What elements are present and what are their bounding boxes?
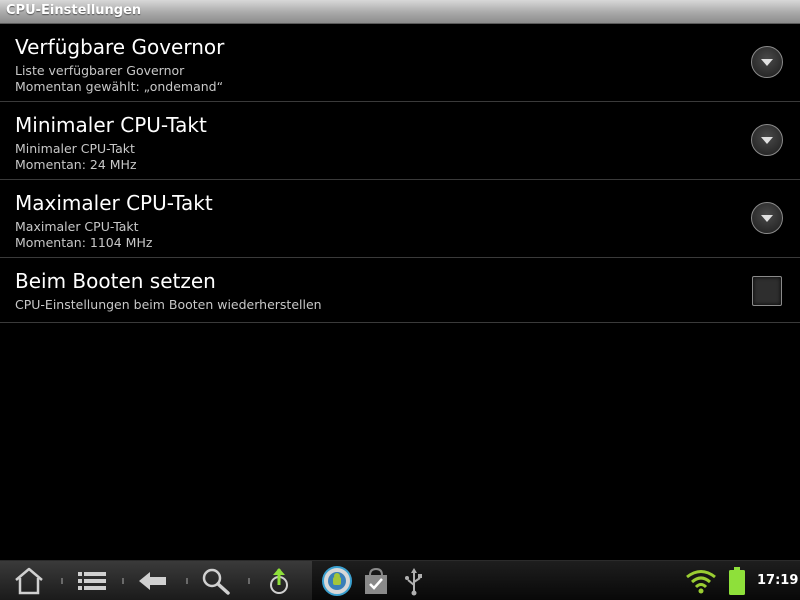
pref-summary: Maximaler CPU-Takt (15, 219, 139, 234)
pref-min-cpu-clock[interactable]: Minimaler CPU-Takt Minimaler CPU-Takt Mo… (0, 102, 800, 180)
pref-summary-current: Momentan: 24 MHz (15, 157, 137, 172)
nav-separator (122, 578, 124, 584)
set-on-boot-checkbox[interactable] (752, 276, 782, 306)
nav-separator (186, 578, 188, 584)
system-bar: 17:19 (0, 560, 800, 600)
upload-icon[interactable] (262, 565, 296, 597)
pref-summary-current: Momentan: 1104 MHz (15, 235, 153, 250)
dropdown-button[interactable] (751, 46, 783, 78)
pref-summary: Liste verfügbarer Governor (15, 63, 185, 78)
usb-icon[interactable] (397, 565, 431, 597)
window-title: CPU-Einstellungen (6, 3, 142, 18)
battery-icon (722, 565, 752, 597)
sync-app-icon[interactable] (320, 565, 354, 597)
pref-summary: Minimaler CPU-Takt (15, 141, 135, 156)
triangle-down-icon (761, 59, 773, 66)
triangle-down-icon (761, 137, 773, 144)
preference-list: Verfügbare Governor Liste verfügbarer Go… (0, 24, 800, 323)
clock: 17:19 (757, 573, 799, 588)
dropdown-button[interactable] (751, 124, 783, 156)
back-icon[interactable] (136, 565, 170, 597)
pref-available-governor[interactable]: Verfügbare Governor Liste verfügbarer Go… (0, 24, 800, 102)
pref-max-cpu-clock[interactable]: Maximaler CPU-Takt Maximaler CPU-Takt Mo… (0, 180, 800, 258)
pref-title: Beim Booten setzen (15, 269, 216, 293)
wifi-icon (684, 565, 718, 597)
home-icon[interactable] (12, 565, 46, 597)
pref-title: Minimaler CPU-Takt (15, 113, 207, 137)
pref-title: Verfügbare Governor (15, 35, 225, 59)
navigation-buttons (0, 561, 312, 600)
nav-separator (61, 578, 63, 584)
menu-icon[interactable] (75, 565, 109, 597)
pref-summary-current: Momentan gewählt: „ondemand“ (15, 79, 224, 94)
pref-title: Maximaler CPU-Takt (15, 191, 213, 215)
pref-set-on-boot[interactable]: Beim Booten setzen CPU-Einstellungen bei… (0, 258, 800, 323)
search-icon[interactable] (199, 565, 233, 597)
title-bar: CPU-Einstellungen (0, 0, 800, 24)
nav-separator (248, 578, 250, 584)
market-bag-icon[interactable] (359, 565, 393, 597)
triangle-down-icon (761, 215, 773, 222)
pref-summary: CPU-Einstellungen beim Booten wiederhers… (15, 297, 322, 312)
dropdown-button[interactable] (751, 202, 783, 234)
